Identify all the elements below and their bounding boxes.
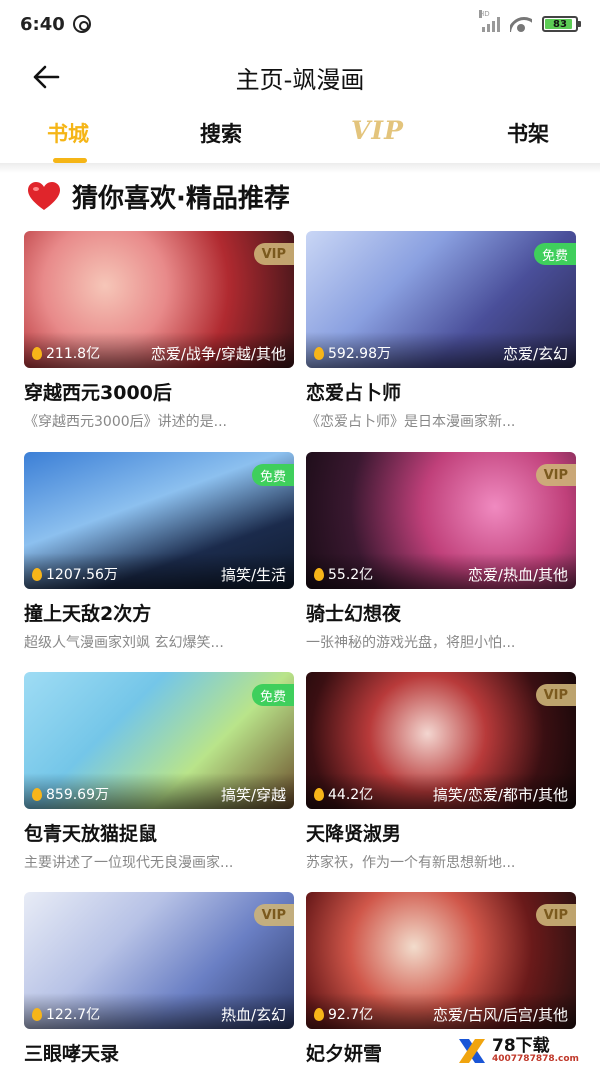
battery-level: 83	[553, 18, 567, 30]
tab-bookstore[interactable]: 书城	[47, 118, 89, 148]
popularity-icon	[32, 346, 42, 360]
comic-tags: 搞笑/穿越	[220, 785, 286, 804]
sync-icon	[72, 15, 91, 33]
comic-title[interactable]: 三眼哮天录	[24, 1039, 294, 1066]
popularity-icon	[32, 567, 42, 581]
vip-badge: VIP	[535, 904, 576, 926]
section-header: 猜你喜欢·精品推荐	[26, 176, 290, 216]
battery-icon: 83	[542, 16, 581, 32]
vip-badge: VIP	[535, 684, 576, 706]
status-bar: 6:40 HD 83	[0, 0, 600, 48]
popularity-count: 592.98万	[328, 346, 391, 362]
popularity-count: 211.8亿	[46, 346, 101, 362]
comic-cover[interactable]: VIP 44.2亿 搞笑/恋爱/都市/其他	[306, 672, 576, 809]
popularity-count: 55.2亿	[328, 567, 374, 583]
comic-cover[interactable]: 免费 859.69万 搞笑/穿越	[24, 672, 294, 809]
back-arrow-icon	[33, 65, 60, 89]
comic-cover[interactable]: 免费 1207.56万 搞笑/生活	[24, 452, 294, 589]
watermark-brand: 78下载	[492, 1035, 550, 1056]
comic-card[interactable]: 免费 592.98万 恋爱/玄幻 恋爱占卜师 《恋爱占卜师》是日本漫画家新...	[306, 231, 576, 436]
comic-title[interactable]: 穿越西元3000后	[24, 378, 294, 405]
comic-title[interactable]: 包青天放猫捉鼠	[24, 819, 294, 846]
comic-card[interactable]: 免费 1207.56万 搞笑/生活 撞上天敌2次方 超级人气漫画家刘飒 玄幻爆笑…	[24, 452, 294, 657]
comic-card[interactable]: VIP 44.2亿 搞笑/恋爱/都市/其他 天降贤淑男 苏家祆，作为一个有新思想…	[306, 672, 576, 877]
comic-cover[interactable]: VIP 122.7亿 热血/玄幻	[24, 892, 294, 1029]
popularity-count: 92.7亿	[328, 1007, 374, 1023]
comic-cover[interactable]: 免费 592.98万 恋爱/玄幻	[306, 231, 576, 368]
back-button[interactable]	[32, 64, 60, 90]
tab-bar-shadow	[0, 163, 600, 173]
popularity-count: 122.7亿	[46, 1007, 101, 1023]
wifi-icon	[510, 16, 532, 32]
comic-description: 超级人气漫画家刘飒 玄幻爆笑...	[24, 635, 224, 651]
popularity-icon	[314, 1007, 324, 1021]
popularity-count: 859.69万	[46, 787, 109, 803]
comic-cover[interactable]: VIP 92.7亿 恋爱/古风/后宫/其他	[306, 892, 576, 1029]
tab-search[interactable]: 搜索	[200, 118, 242, 148]
popularity-count: 44.2亿	[328, 787, 374, 803]
comic-cover[interactable]: VIP 55.2亿 恋爱/热血/其他	[306, 452, 576, 589]
page-title: 主页-飒漫画	[235, 65, 365, 94]
tab-bar: 书城 搜索 VIP 书架	[0, 108, 600, 166]
comic-tags: 恋爱/古风/后宫/其他	[432, 1005, 568, 1024]
popularity-icon	[314, 567, 324, 581]
popularity-icon	[32, 1007, 42, 1021]
comic-tags: 恋爱/热血/其他	[467, 565, 568, 584]
comic-description: 苏家祆，作为一个有新思想新地...	[306, 855, 516, 871]
comic-title[interactable]: 骑士幻想夜	[306, 599, 576, 626]
watermark-logo-icon	[459, 1038, 485, 1063]
comic-card[interactable]: VIP 122.7亿 热血/玄幻 三眼哮天录	[24, 892, 294, 1067]
section-title: 猜你喜欢·精品推荐	[72, 183, 290, 214]
heart-icon	[28, 182, 60, 210]
comic-tags: 热血/玄幻	[220, 1005, 286, 1024]
comic-description: 一张神秘的游戏光盘，将胆小怕...	[306, 635, 516, 651]
comic-title[interactable]: 恋爱占卜师	[306, 378, 576, 405]
comic-card[interactable]: VIP 211.8亿 恋爱/战争/穿越/其他 穿越西元3000后 《穿越西元30…	[24, 231, 294, 436]
comic-cover[interactable]: VIP 211.8亿 恋爱/战争/穿越/其他	[24, 231, 294, 368]
comic-title[interactable]: 撞上天敌2次方	[24, 599, 294, 626]
signal-icon: HD	[479, 10, 500, 32]
comic-description: 主要讲述了一位现代无良漫画家...	[24, 855, 234, 871]
vip-badge: VIP	[253, 243, 294, 265]
vip-badge: VIP	[253, 904, 294, 926]
network-type: HD	[479, 10, 490, 18]
comic-card[interactable]: VIP 55.2亿 恋爱/热血/其他 骑士幻想夜 一张神秘的游戏光盘，将胆小怕.…	[306, 452, 576, 657]
watermark: 78下载 4007787878.com	[452, 1034, 600, 1067]
comic-tags: 恋爱/战争/穿越/其他	[150, 344, 286, 363]
app-header: 主页-飒漫画	[0, 50, 600, 104]
popularity-icon	[314, 346, 324, 360]
tab-bookshelf[interactable]: 书架	[507, 118, 549, 148]
comic-title[interactable]: 天降贤淑男	[306, 819, 576, 846]
popularity-count: 1207.56万	[46, 567, 118, 583]
comic-tags: 恋爱/玄幻	[502, 344, 568, 363]
comic-tags: 搞笑/生活	[220, 565, 286, 584]
vip-badge: VIP	[535, 464, 576, 486]
comic-description: 《穿越西元3000后》讲述的是...	[24, 414, 227, 430]
comic-description: 《恋爱占卜师》是日本漫画家新...	[306, 414, 516, 430]
free-badge: 免费	[251, 684, 294, 706]
comic-tags: 搞笑/恋爱/都市/其他	[432, 785, 568, 804]
free-badge: 免费	[533, 243, 576, 265]
popularity-icon	[314, 787, 324, 801]
watermark-url: 4007787878.com	[492, 1053, 579, 1064]
free-badge: 免费	[251, 464, 294, 486]
status-time: 6:40	[20, 13, 65, 35]
popularity-icon	[32, 787, 42, 801]
tab-vip[interactable]: VIP	[351, 116, 404, 145]
comic-card[interactable]: 免费 859.69万 搞笑/穿越 包青天放猫捉鼠 主要讲述了一位现代无良漫画家.…	[24, 672, 294, 877]
